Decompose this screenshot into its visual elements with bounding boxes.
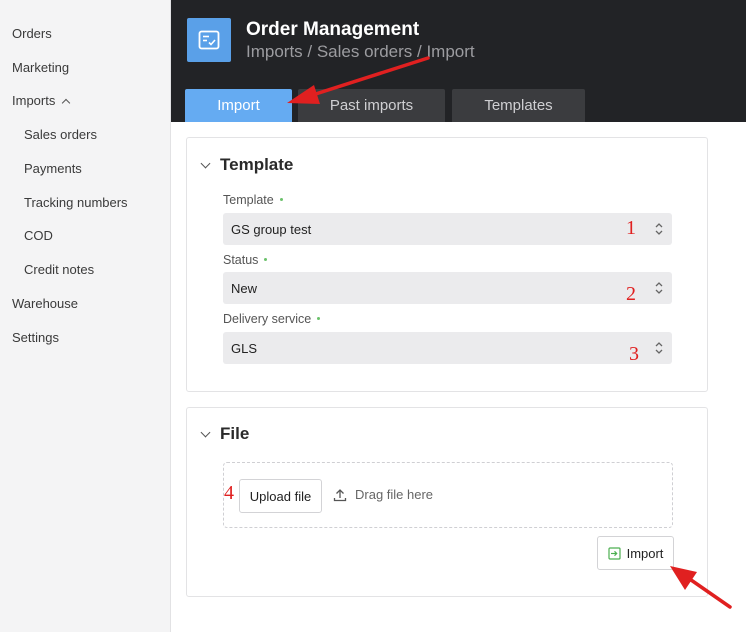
drag-hint: Drag file here [333, 487, 433, 502]
breadcrumb: Imports / Sales orders / Import [246, 42, 475, 61]
chevron-down-icon[interactable] [200, 158, 211, 169]
annotation-number: 1 [626, 217, 636, 239]
chevron-down-icon[interactable] [200, 427, 211, 438]
delivery-service-select-value: GLS [231, 341, 258, 356]
sidebar-item-orders[interactable]: Orders [12, 26, 52, 41]
sidebar: Orders Marketing Imports Sales orders Pa… [0, 0, 171, 632]
tab-past-imports[interactable]: Past imports [298, 89, 445, 122]
checklist-icon [198, 30, 220, 50]
sidebar-item-tracking-numbers[interactable]: Tracking numbers [24, 195, 128, 210]
tab-import[interactable]: Import [185, 89, 292, 122]
annotation-number: 2 [626, 283, 636, 305]
template-select-value: GS group test [231, 222, 312, 237]
tab-templates[interactable]: Templates [452, 89, 585, 122]
sidebar-item-credit-notes[interactable]: Credit notes [24, 262, 94, 277]
app-logo [187, 18, 231, 62]
sidebar-item-sales-orders[interactable]: Sales orders [24, 127, 97, 142]
import-button-label: Import [626, 545, 664, 561]
sidebar-item-warehouse[interactable]: Warehouse [12, 296, 78, 311]
sidebar-item-payments[interactable]: Payments [24, 161, 82, 176]
sidebar-item-settings[interactable]: Settings [12, 330, 59, 345]
file-card-title: File [220, 424, 250, 443]
sidebar-item-label: Imports [12, 93, 56, 108]
required-dot-icon [279, 198, 283, 201]
app-header: Order Management Imports / Sales orders … [171, 0, 746, 122]
drag-hint-text: Drag file here [355, 487, 434, 502]
template-field-label: Template [223, 193, 283, 207]
status-select-value: New [231, 281, 258, 296]
sidebar-item-imports[interactable]: Imports [12, 93, 71, 108]
import-icon [607, 546, 621, 560]
template-select[interactable]: GS group test [223, 213, 672, 245]
delivery-service-field-label: Delivery service [223, 312, 321, 326]
page-title: Order Management [246, 19, 420, 40]
annotation-number: 3 [629, 343, 639, 365]
file-dropzone[interactable]: 4 Upload file Drag file here [223, 462, 673, 528]
required-dot-icon [317, 317, 321, 320]
sort-arrows-icon [655, 282, 663, 294]
import-button[interactable]: Import [597, 536, 674, 570]
sort-arrows-icon [655, 223, 663, 235]
main-content: Template Template GS group test 1 Status… [171, 122, 746, 632]
sidebar-item-marketing[interactable]: Marketing [12, 60, 69, 75]
upload-file-button[interactable]: Upload file [239, 479, 322, 513]
required-dot-icon [264, 258, 268, 261]
file-card: File 4 Upload file Drag file here Import [186, 407, 708, 597]
chevron-up-icon [62, 98, 71, 108]
status-select[interactable]: New [223, 272, 672, 304]
status-field-label: Status [223, 253, 268, 267]
sort-arrows-icon [655, 342, 663, 354]
template-card: Template Template GS group test 1 Status… [186, 137, 708, 392]
sidebar-item-cod[interactable]: COD [24, 228, 53, 243]
template-card-title: Template [220, 155, 294, 174]
delivery-service-select[interactable]: GLS [223, 332, 672, 364]
annotation-number: 4 [224, 482, 234, 504]
upload-icon [333, 488, 347, 501]
